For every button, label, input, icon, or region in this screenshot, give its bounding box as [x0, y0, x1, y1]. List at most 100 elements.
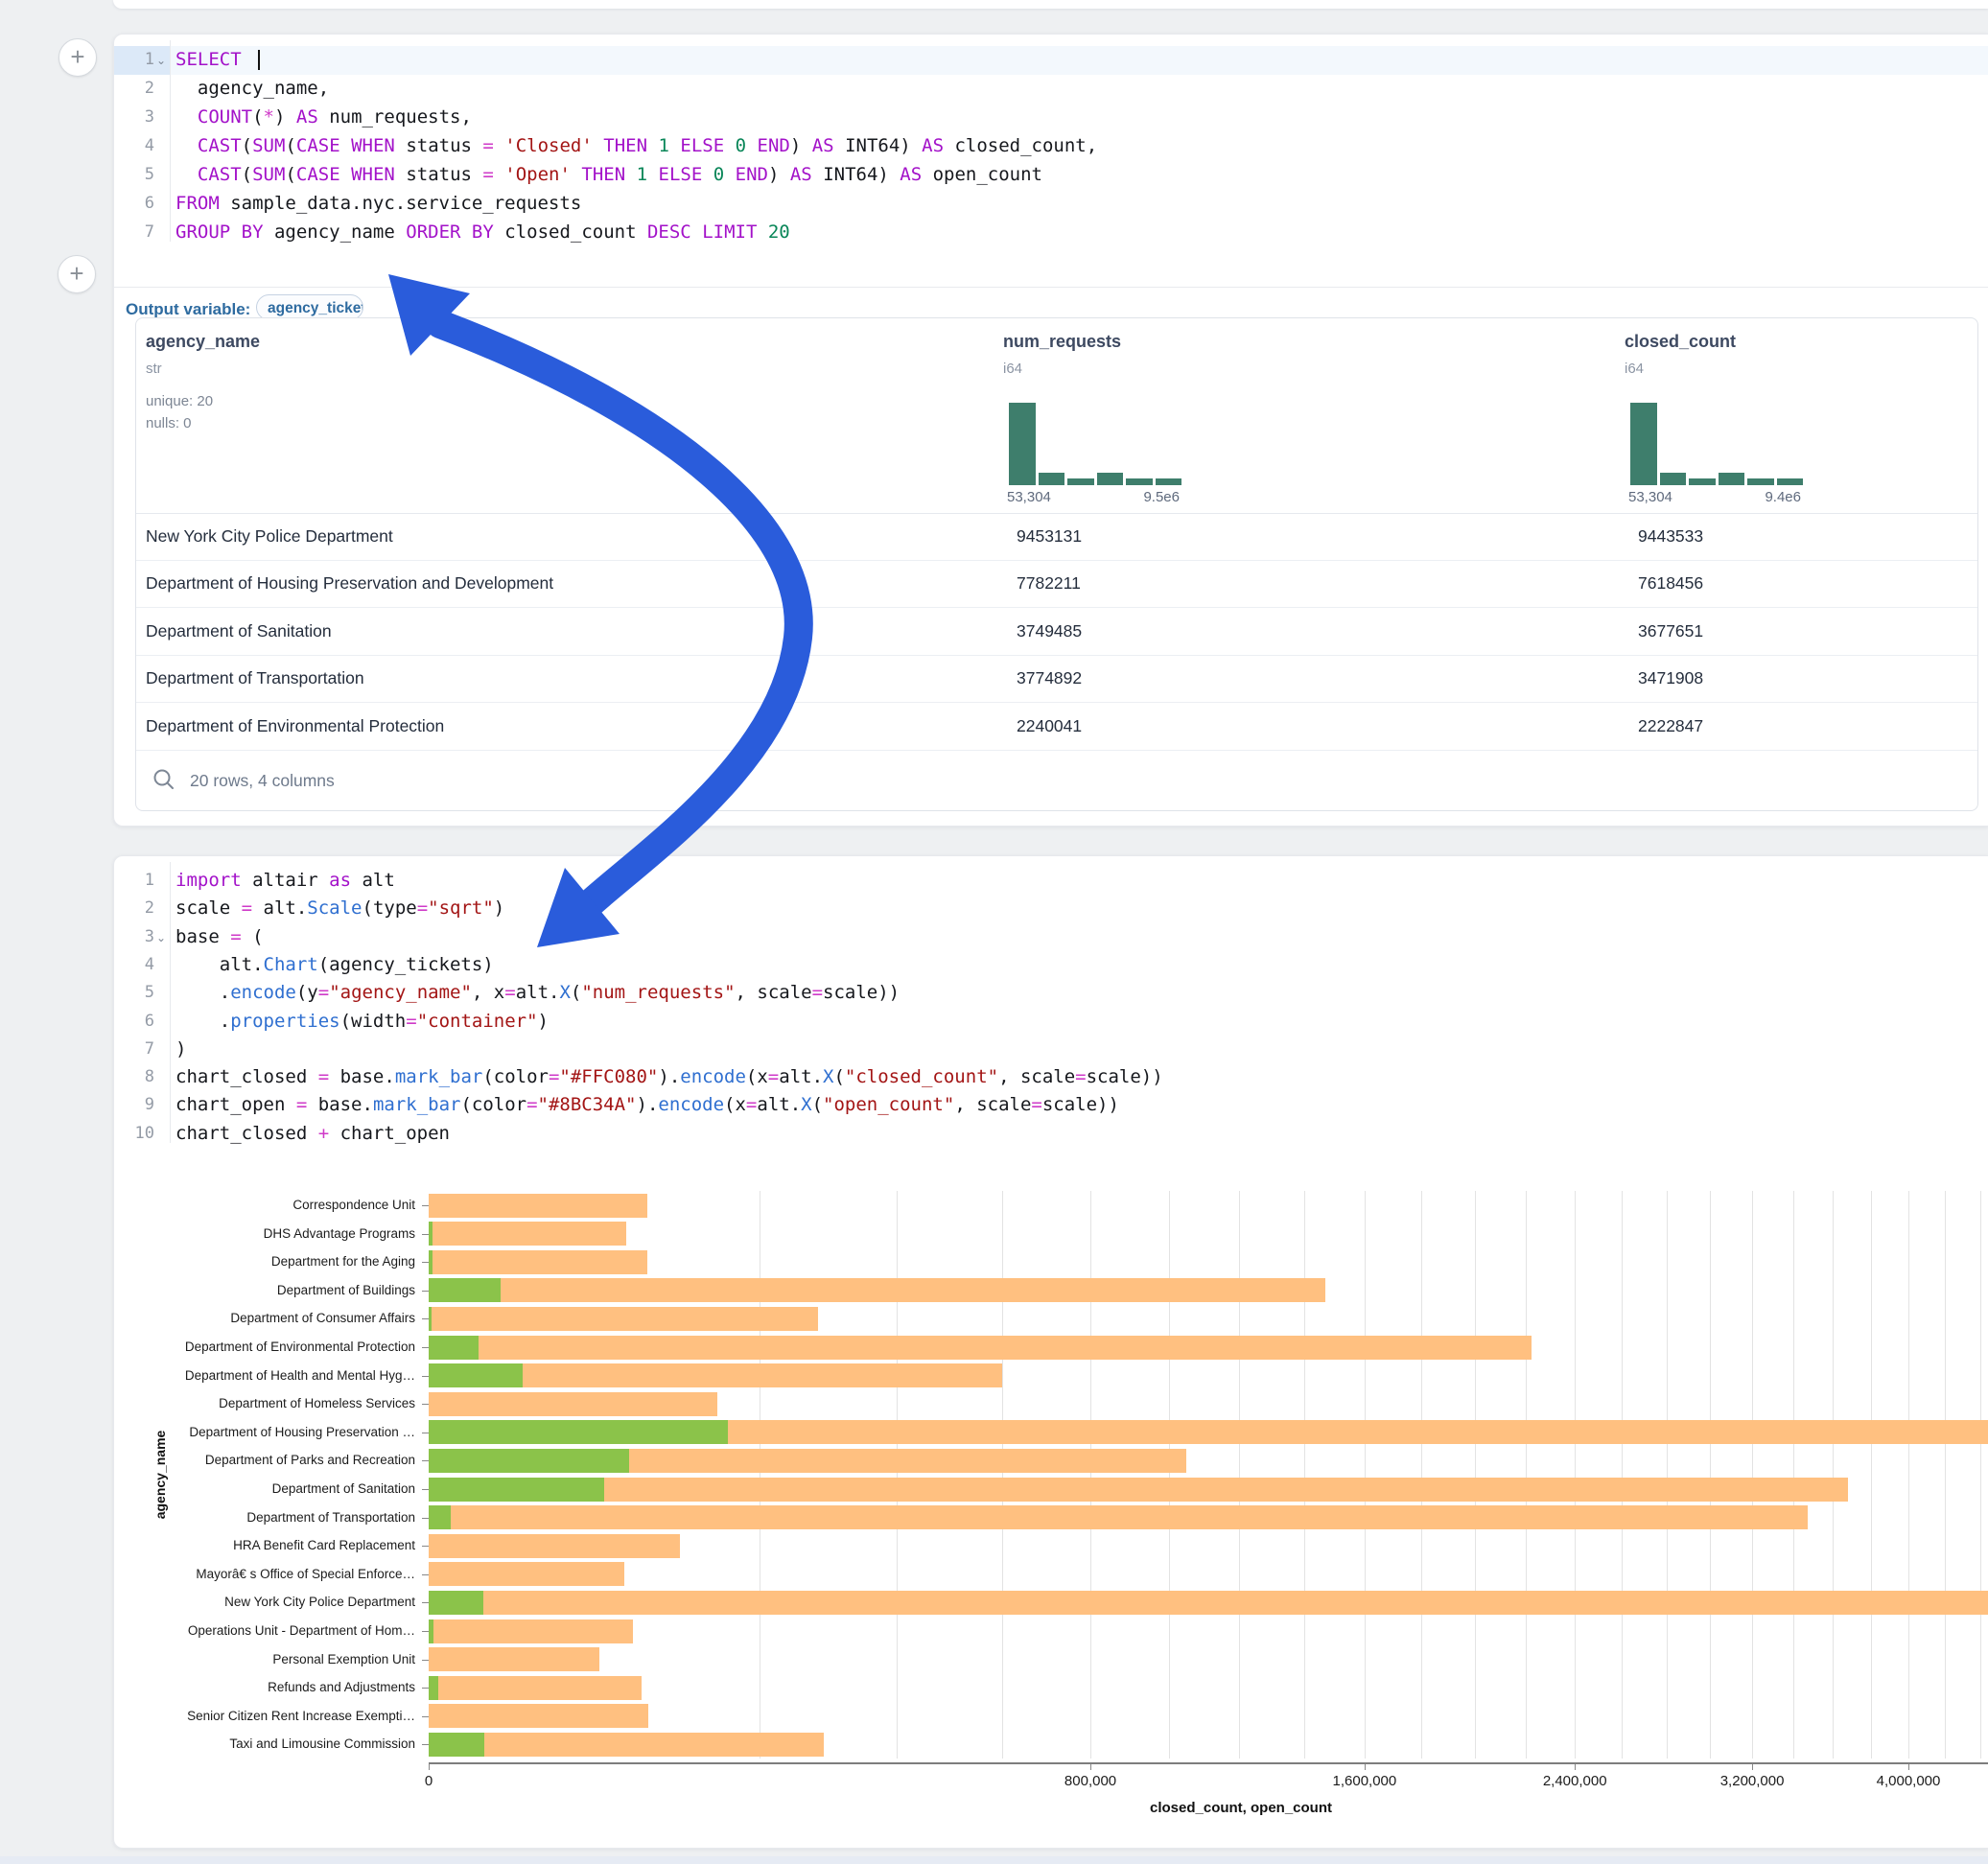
code-line: scale = alt.Scale(type="sqrt")	[175, 897, 1988, 919]
output-variable-value: agency_tickets	[268, 300, 363, 316]
gridline	[1980, 1191, 1981, 1759]
y-tick	[422, 1376, 429, 1377]
table-footer: 20 rows, 4 columns	[136, 750, 1977, 811]
search-icon[interactable]	[152, 767, 176, 792]
bar-open	[429, 1336, 479, 1360]
x-axis-line	[429, 1762, 1988, 1764]
table-row[interactable]: Department of Transportation377489234719…	[136, 655, 1977, 703]
x-tick-label: 1,600,000	[1298, 1773, 1432, 1789]
y-tick	[422, 1460, 429, 1461]
bar-closed	[429, 1478, 1848, 1502]
cell-divider	[114, 287, 1988, 288]
bar-closed	[429, 1619, 633, 1643]
table-cell: 2222847	[1638, 703, 1703, 750]
line-number: 2	[114, 79, 170, 98]
collapse-chevron-icon[interactable]: ⌄	[156, 54, 166, 67]
chart-plot-area	[429, 1191, 1988, 1759]
bar-open	[429, 1307, 432, 1331]
line-number: 6	[114, 1012, 170, 1031]
code-line: SELECT	[175, 49, 1988, 70]
column-type: str	[146, 361, 162, 377]
y-axis-label: Department of Parks and Recreation	[114, 1453, 415, 1467]
bar-open	[429, 1420, 728, 1444]
y-tick	[422, 1631, 429, 1632]
sql-code-editor[interactable]: 1⌄SELECT 2 agency_name,3 COUNT(*) AS num…	[114, 35, 1988, 255]
y-tick	[422, 1546, 429, 1547]
bar-closed	[429, 1704, 648, 1728]
x-tick-label: 3,200,000	[1685, 1773, 1819, 1789]
output-variable-label: Output variable:	[126, 300, 250, 319]
bar-closed	[429, 1307, 818, 1331]
gridline	[1871, 1191, 1872, 1759]
table-cell: Department of Sanitation	[146, 608, 332, 655]
gridline	[1475, 1191, 1476, 1759]
code-line: alt.Chart(agency_tickets)	[175, 954, 1988, 975]
y-axis-label: HRA Benefit Card Replacement	[114, 1538, 415, 1552]
gridline	[1421, 1191, 1422, 1759]
table-cell: Department of Transportation	[146, 655, 364, 702]
line-number: 5	[114, 165, 170, 184]
y-axis-label: Department of Health and Mental Hyg…	[114, 1368, 415, 1383]
table-row[interactable]: Department of Environmental Protection22…	[136, 703, 1977, 751]
bar-open	[429, 1222, 433, 1246]
bar-closed	[429, 1505, 1808, 1529]
y-axis-label: Department of Environmental Protection	[114, 1340, 415, 1354]
y-tick	[422, 1688, 429, 1689]
x-tick-label: 4,000,000	[1841, 1773, 1976, 1789]
bar-closed	[429, 1733, 824, 1757]
column-header[interactable]: closed_count	[1625, 332, 1736, 352]
add-cell-button-top[interactable]: +	[58, 38, 97, 77]
line-number: 6	[114, 194, 170, 213]
line-number: 1	[114, 871, 170, 890]
code-line: )	[175, 1038, 1988, 1060]
line-number: 2	[114, 898, 170, 918]
line-number: 7	[114, 222, 170, 242]
y-axis-label: Personal Exemption Unit	[114, 1652, 415, 1666]
table-cell: 3749485	[1017, 608, 1082, 655]
gridline	[1169, 1191, 1170, 1759]
column-histogram	[1009, 403, 1181, 485]
y-axis-label: Taxi and Limousine Commission	[114, 1736, 415, 1751]
table-row[interactable]: Department of Housing Preservation and D…	[136, 560, 1977, 608]
y-tick	[422, 1602, 429, 1603]
python-code-editor[interactable]: 1 import altair as alt2scale = alt.Scale(…	[114, 856, 1988, 1144]
y-tick	[422, 1262, 429, 1263]
x-axis-title: closed_count, open_count	[429, 1800, 1988, 1816]
y-tick	[422, 1574, 429, 1575]
y-axis-label: Senior Citizen Rent Increase Exempti…	[114, 1709, 415, 1723]
table-row[interactable]: New York City Police Department945313194…	[136, 513, 1977, 561]
row-count-label: 20 rows, 4 columns	[190, 771, 335, 791]
code-line: chart_closed + chart_open	[175, 1123, 1988, 1144]
table-cell: 7782211	[1017, 560, 1081, 607]
output-variable-pill[interactable]: agency_tickets	[256, 294, 363, 320]
y-axis-label: Department of Buildings	[114, 1283, 415, 1297]
bar-closed	[429, 1250, 647, 1274]
bar-closed	[429, 1336, 1532, 1360]
add-cell-button-output[interactable]: +	[58, 255, 96, 293]
column-type: i64	[1003, 361, 1022, 377]
bar-open	[429, 1619, 433, 1643]
gridline	[1710, 1191, 1711, 1759]
table-row[interactable]: Department of Sanitation37494853677651	[136, 608, 1977, 656]
gridline	[1575, 1191, 1576, 1759]
gridline	[1908, 1191, 1909, 1759]
y-tick	[422, 1716, 429, 1717]
table-cell: 3774892	[1017, 655, 1082, 702]
code-line: CAST(SUM(CASE WHEN status = 'Closed' THE…	[175, 135, 1988, 156]
y-tick	[422, 1205, 429, 1206]
y-axis-label: Department of Homeless Services	[114, 1396, 415, 1410]
table-cell: Department of Housing Preservation and D…	[146, 560, 553, 607]
code-line: import altair as alt	[175, 870, 1988, 891]
column-header[interactable]: agency_name	[146, 332, 260, 352]
code-line: .encode(y="agency_name", x=alt.X("num_re…	[175, 982, 1988, 1003]
column-header[interactable]: num_requests	[1003, 332, 1121, 352]
collapse-chevron-icon[interactable]: ⌄	[156, 931, 166, 944]
bar-closed	[429, 1591, 1988, 1615]
gridline	[897, 1191, 898, 1759]
code-line: COUNT(*) AS num_requests,	[175, 106, 1988, 128]
histogram-range-labels: 53,3049.5e6	[1007, 489, 1180, 505]
x-tick	[1908, 1764, 1909, 1770]
histogram-range-labels: 53,3049.4e6	[1628, 489, 1801, 505]
y-axis-label: Correspondence Unit	[114, 1198, 415, 1212]
gridline	[1526, 1191, 1527, 1759]
